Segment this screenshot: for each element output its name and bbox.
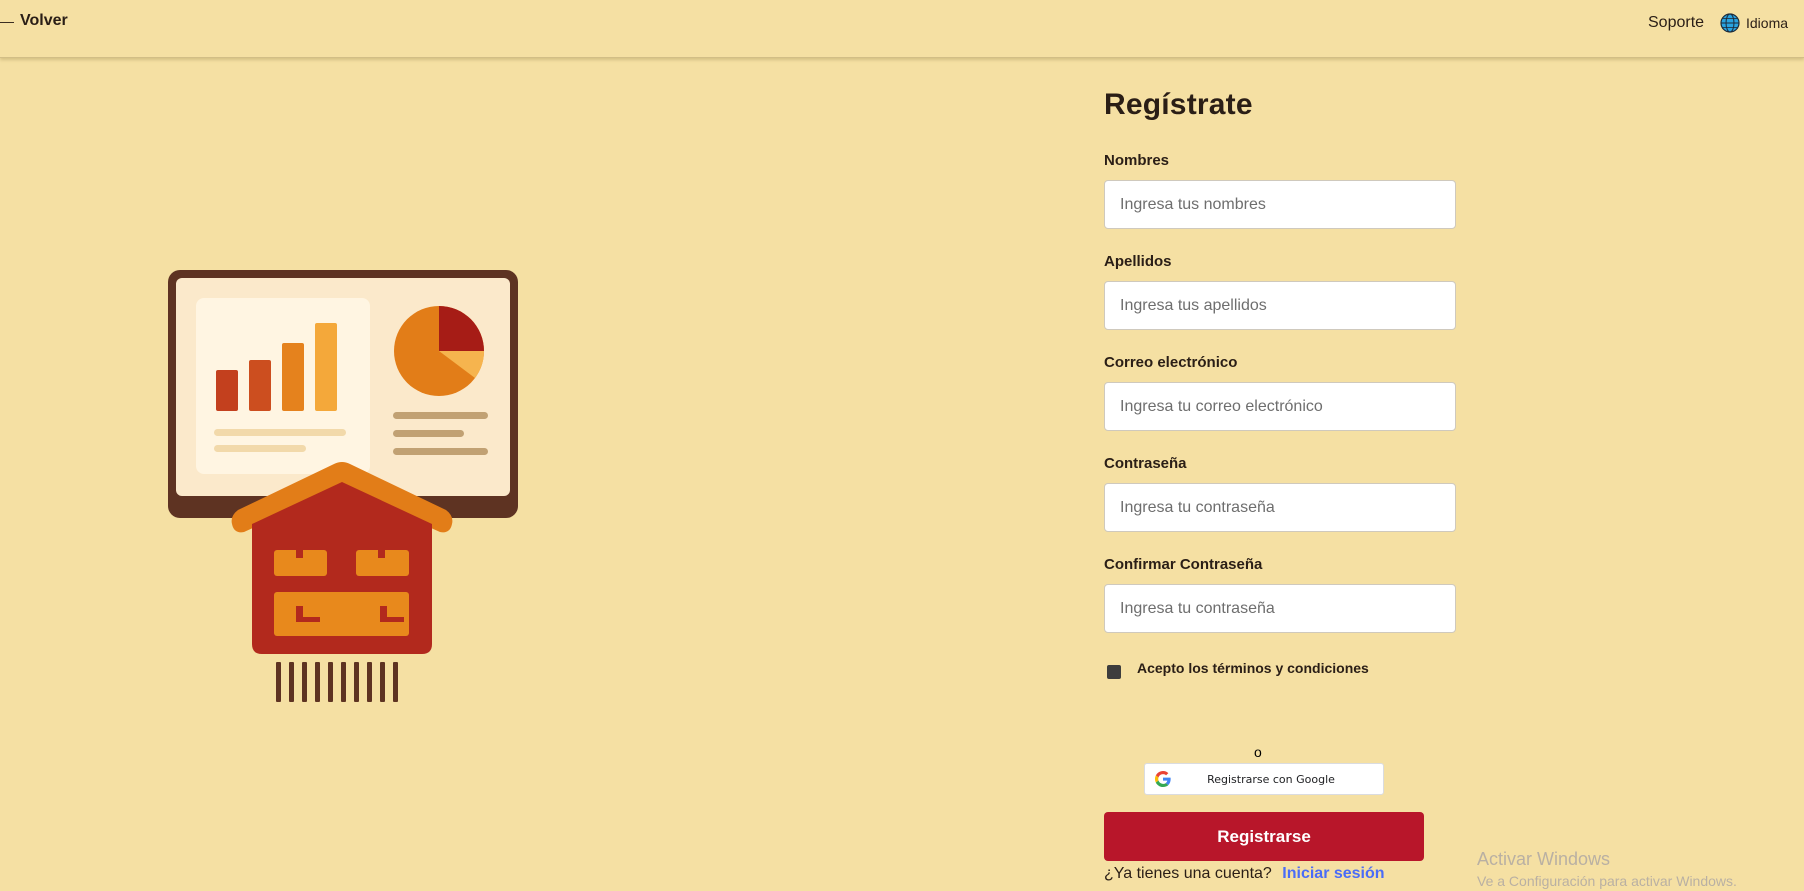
- google-signup-label: Registrarse con Google: [1207, 772, 1335, 786]
- back-arrow-icon: —: [0, 13, 14, 29]
- top-bar: — Volver Soporte Idioma: [0, 0, 1804, 58]
- last-name-input[interactable]: [1104, 281, 1456, 330]
- terms-label: Acepto los términos y condiciones: [1137, 660, 1369, 676]
- windows-activation-watermark: Activar Windows Ve a Configuración para …: [1477, 849, 1737, 889]
- google-signup-button[interactable]: Registrarse con Google: [1144, 763, 1384, 795]
- watermark-subtitle: Ve a Configuración para activar Windows.: [1477, 873, 1737, 889]
- last-name-field: Apellidos: [1104, 253, 1524, 330]
- first-name-input[interactable]: [1104, 180, 1456, 229]
- illustration-graphic: [168, 270, 518, 702]
- first-name-field: Nombres: [1104, 152, 1524, 229]
- terms-checkbox[interactable]: [1107, 665, 1121, 679]
- login-prompt: ¿Ya tienes una cuenta?: [1104, 865, 1272, 882]
- email-label: Correo electrónico: [1104, 354, 1238, 371]
- google-icon: [1155, 771, 1171, 787]
- watermark-title: Activar Windows: [1477, 849, 1611, 869]
- first-name-label: Nombres: [1104, 152, 1170, 169]
- globe-icon: [1720, 13, 1740, 33]
- language-label: Idioma: [1746, 15, 1789, 31]
- terms-row: Acepto los términos y condiciones: [1104, 657, 1524, 679]
- back-label: Volver: [20, 12, 68, 29]
- language-selector[interactable]: Idioma: [1720, 13, 1788, 33]
- login-prompt-row: ¿Ya tienes una cuenta? Iniciar sesión: [1104, 865, 1385, 883]
- register-button[interactable]: Registrarse: [1104, 812, 1424, 861]
- email-field: Correo electrónico: [1104, 354, 1524, 431]
- password-label: Contraseña: [1104, 455, 1187, 472]
- warehouse-dashboard-illustration: [160, 262, 530, 702]
- login-link[interactable]: Iniciar sesión: [1282, 865, 1384, 882]
- last-name-label: Apellidos: [1104, 253, 1172, 270]
- password-input[interactable]: [1104, 483, 1456, 532]
- confirm-password-input[interactable]: [1104, 584, 1456, 633]
- back-link[interactable]: — Volver: [0, 12, 68, 30]
- support-link[interactable]: Soporte: [1648, 14, 1704, 32]
- page-title: Regístrate: [1104, 88, 1253, 121]
- confirm-password-field: Confirmar Contraseña: [1104, 556, 1524, 633]
- email-input[interactable]: [1104, 382, 1456, 431]
- confirm-password-label: Confirmar Contraseña: [1104, 556, 1263, 573]
- registration-form: Regístrate Nombres Apellidos Correo elec…: [1104, 88, 1524, 679]
- password-field: Contraseña: [1104, 455, 1524, 532]
- or-divider: o: [1254, 744, 1262, 760]
